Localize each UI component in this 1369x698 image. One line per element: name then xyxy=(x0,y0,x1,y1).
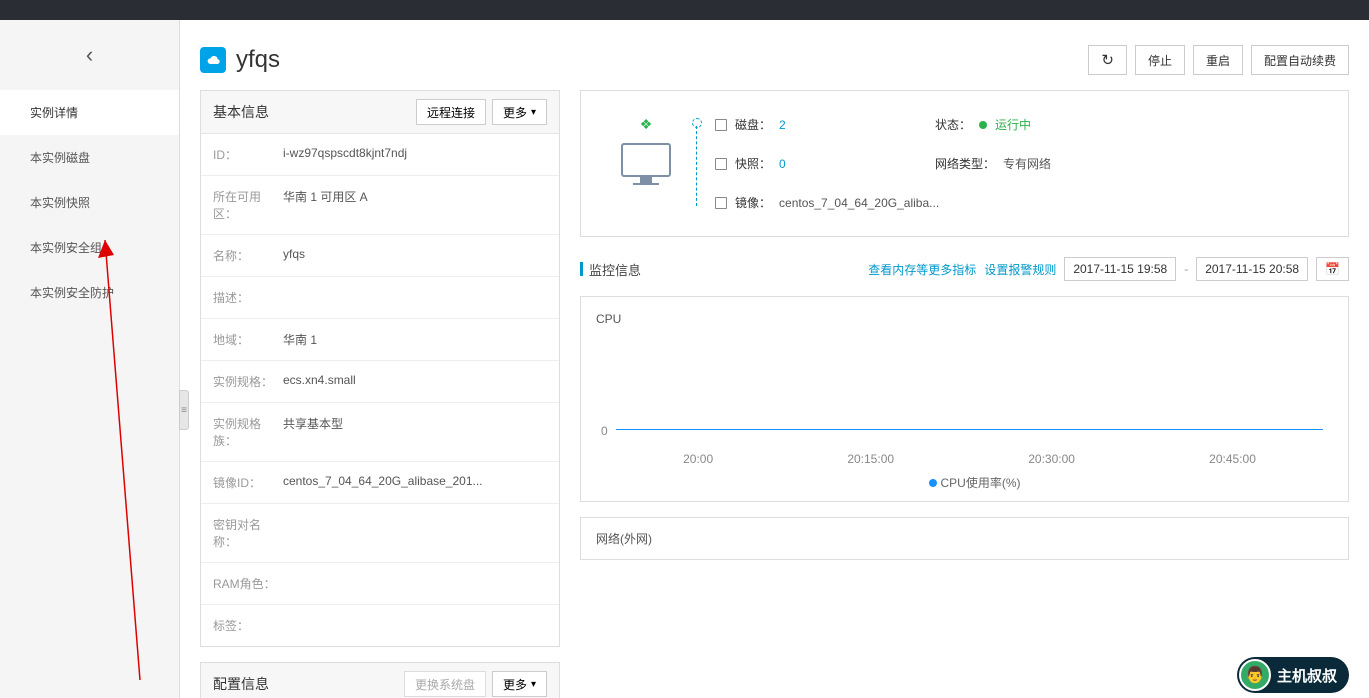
section-bar-icon xyxy=(580,262,583,276)
disk-count-link[interactable]: 2 xyxy=(779,118,786,132)
sidebar-item-security-group[interactable]: 本实例安全组 xyxy=(0,225,179,270)
sidebar: ‹ 实例详情 本实例磁盘 本实例快照 本实例安全组 本实例安全防护 ≡ xyxy=(0,20,180,698)
back-chevron-icon[interactable]: ‹ xyxy=(86,42,93,68)
image-icon xyxy=(715,197,727,209)
status-dot-icon xyxy=(979,121,987,129)
cloud-icon xyxy=(200,47,226,73)
sidebar-item-disk[interactable]: 本实例磁盘 xyxy=(0,135,179,180)
cpu-chart-panel: CPU 0 20:00 20:15:00 20:30:00 20:45:00 C… xyxy=(580,296,1349,502)
calendar-button[interactable]: 📅 xyxy=(1316,257,1349,281)
disk-icon xyxy=(715,119,727,131)
nettype-value: 专有网络 xyxy=(1003,155,1051,172)
image-value: centos_7_04_64_20G_aliba... xyxy=(779,196,939,210)
refresh-button[interactable]: ↻ xyxy=(1088,45,1127,75)
view-more-metrics-link[interactable]: 查看内存等更多指标 xyxy=(868,261,976,278)
basic-info-title: 基本信息 xyxy=(213,102,410,122)
chart-line xyxy=(616,429,1323,430)
datetime-from-input[interactable]: 2017-11-15 19:58 xyxy=(1064,257,1176,281)
monitor-icon xyxy=(621,143,671,185)
basic-info-panel: 基本信息 远程连接 更多▾ ID：i-wz97qspscdt8kjnt7ndj … xyxy=(200,90,560,647)
network-panel: 网络(外网) xyxy=(580,517,1349,560)
topbar xyxy=(0,0,1369,20)
alert-rules-link[interactable]: 设置报警规则 xyxy=(984,261,1056,278)
stop-button[interactable]: 停止 xyxy=(1135,45,1185,75)
status-value: 运行中 xyxy=(995,116,1031,133)
shield-icon: ❖ xyxy=(640,116,653,133)
snapshot-count-link[interactable]: 0 xyxy=(779,157,786,171)
chart-legend: CPU使用率(%) xyxy=(616,474,1333,491)
remote-connect-button[interactable]: 远程连接 xyxy=(416,99,486,125)
collapse-sidebar-handle[interactable]: ≡ xyxy=(179,390,189,430)
dashed-separator xyxy=(696,126,697,206)
calendar-icon: 📅 xyxy=(1325,262,1340,276)
chevron-down-icon: ▾ xyxy=(531,679,536,690)
refresh-icon: ↻ xyxy=(1101,51,1114,69)
snapshot-icon xyxy=(715,158,727,170)
basic-more-button[interactable]: 更多▾ xyxy=(492,99,547,125)
cpu-chart: 0 20:00 20:15:00 20:30:00 20:45:00 CPU使用… xyxy=(616,336,1333,486)
overview-card: ❖ 磁盘：2 状态：运行中 快照：0 网络类型：专有网络 镜像：centos_7… xyxy=(580,90,1349,237)
avatar-icon: 👨 xyxy=(1239,659,1271,691)
config-info-panel: 配置信息 更换系统盘 更多▾ CPU：1核 内存：1 GB xyxy=(200,662,560,698)
config-info-title: 配置信息 xyxy=(213,674,398,694)
sidebar-item-security-guard[interactable]: 本实例安全防护 xyxy=(0,270,179,315)
network-title: 网络(外网) xyxy=(596,530,1333,547)
restart-button[interactable]: 重启 xyxy=(1193,45,1243,75)
chevron-down-icon: ▾ xyxy=(531,107,536,118)
change-disk-button: 更换系统盘 xyxy=(404,671,486,697)
page-title: yfqs xyxy=(236,46,280,74)
autorenew-button[interactable]: 配置自动续费 xyxy=(1251,45,1349,75)
datetime-to-input[interactable]: 2017-11-15 20:58 xyxy=(1196,257,1308,281)
sidebar-item-detail[interactable]: 实例详情 xyxy=(0,90,179,135)
kv-row: ID：i-wz97qspscdt8kjnt7ndj xyxy=(201,134,559,176)
monitor-title: 监控信息 xyxy=(589,260,641,279)
cpu-chart-title: CPU xyxy=(596,312,1333,326)
config-more-button[interactable]: 更多▾ xyxy=(492,671,547,697)
watermark-badge: 👨 主机叔叔 xyxy=(1237,657,1349,693)
sidebar-item-snapshot[interactable]: 本实例快照 xyxy=(0,180,179,225)
